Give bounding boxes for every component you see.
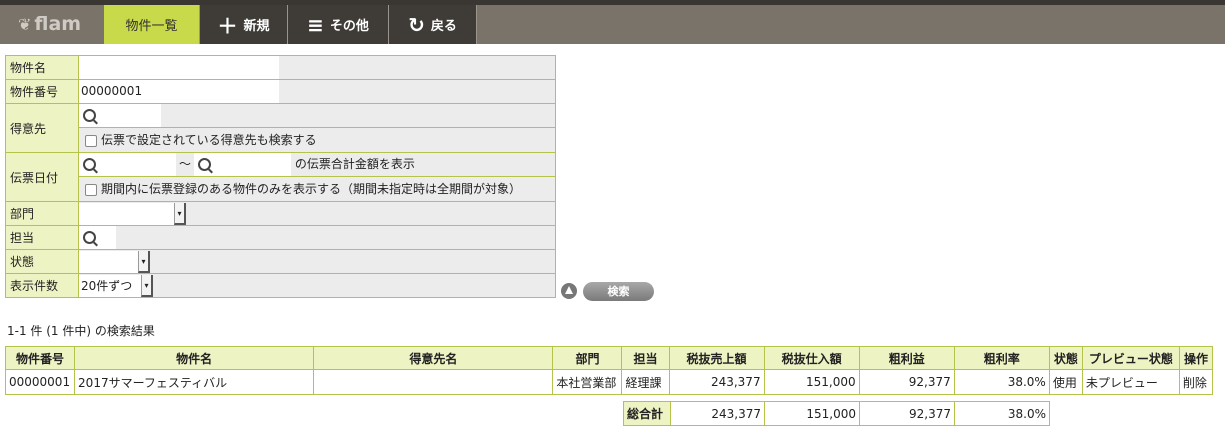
per-page-value: 20件ずつ <box>81 278 133 293</box>
chevron-down-icon: ▾ <box>141 274 153 297</box>
search-form: 物件名 物件番号 00000001 得意先 伝票で設定されている得意先も検索する… <box>5 55 556 298</box>
search-icon[interactable] <box>83 231 96 244</box>
col-purchase[interactable]: 税抜仕入額 <box>763 346 860 370</box>
col-preview[interactable]: プレビュー状態 <box>1081 346 1180 370</box>
chevron-down-icon: ▾ <box>174 202 186 225</box>
menu-icon: ≡ <box>307 12 324 37</box>
per-page-select[interactable]: 20件ずつ ▾ <box>79 274 153 297</box>
search-icon[interactable] <box>198 158 211 171</box>
total-margin: 38.0% <box>954 401 1050 426</box>
col-dept[interactable]: 部門 <box>552 346 623 370</box>
property-number-input[interactable]: 00000001 <box>79 80 279 103</box>
person-input[interactable] <box>79 226 116 249</box>
nav-other-button[interactable]: ≡ その他 <box>288 5 389 44</box>
top-bar: ❦ flam 物件一覧 ＋ 新規 ≡ その他 ↻ 戻る <box>0 0 1225 44</box>
nav-property-list[interactable]: 物件一覧 <box>104 5 200 44</box>
label-customer: 得意先 <box>5 103 79 153</box>
search-icon[interactable] <box>83 158 96 171</box>
label-status: 状態 <box>5 249 79 274</box>
col-action: 操作 <box>1178 346 1214 370</box>
cell-gross-profit: 92,377 <box>858 369 955 395</box>
date-checkbox[interactable] <box>85 183 97 196</box>
col-sales[interactable]: 税抜売上額 <box>668 346 765 370</box>
col-margin[interactable]: 粗利率 <box>953 346 1050 370</box>
cell-name[interactable]: 2017サマーフェスティバル <box>74 369 315 395</box>
property-name-input[interactable] <box>79 56 279 79</box>
label-dept: 部門 <box>5 201 79 226</box>
delete-link[interactable]: 削除 <box>1178 369 1214 395</box>
cell-preview: 未プレビュー <box>1081 369 1180 395</box>
col-person[interactable]: 担当 <box>621 346 670 370</box>
cell-dept: 本社営業部 <box>552 369 623 395</box>
nav-label: 物件一覧 <box>125 19 178 34</box>
refresh-icon: ↻ <box>408 12 425 37</box>
cell-customer <box>313 369 554 395</box>
date-range-separator: ～ <box>178 157 191 171</box>
col-customer[interactable]: 得意先名 <box>313 346 554 370</box>
cell-margin: 38.0% <box>953 369 1050 395</box>
app-logo[interactable]: ❦ flam <box>18 13 81 35</box>
total-sales: 243,377 <box>670 401 765 426</box>
logo-text: flam <box>34 13 82 35</box>
label-date: 伝票日付 <box>5 152 79 202</box>
cell-purchase: 151,000 <box>763 369 860 395</box>
nav-label: その他 <box>329 19 369 34</box>
dept-select[interactable]: ▾ <box>79 202 186 225</box>
date-from-input[interactable] <box>79 153 176 176</box>
col-gross-profit[interactable]: 粗利益 <box>858 346 955 370</box>
col-name[interactable]: 物件名 <box>74 346 315 370</box>
date-to-input[interactable] <box>194 153 291 176</box>
date-suffix: の伝票合計金額を表示 <box>294 157 415 171</box>
cell-number: 00000001 <box>4 369 76 395</box>
customer-check-label: 伝票で設定されている得意先も検索する <box>101 133 317 147</box>
table-row: 00000001 2017サマーフェスティバル 本社営業部 経理課 243,37… <box>4 369 1214 395</box>
totals-label: 総合計 <box>623 401 671 426</box>
main-nav: 物件一覧 ＋ 新規 ≡ その他 ↻ 戻る <box>104 5 477 44</box>
col-status[interactable]: 状態 <box>1048 346 1083 370</box>
label-number: 物件番号 <box>5 79 79 104</box>
search-button[interactable]: 検索 <box>583 282 654 301</box>
plus-icon: ＋ <box>217 14 238 38</box>
total-purchase: 151,000 <box>764 401 860 426</box>
status-select[interactable]: ▾ <box>79 250 150 273</box>
nav-new-button[interactable]: ＋ 新規 <box>200 5 288 44</box>
results-table: 物件番号 物件名 得意先名 部門 担当 税抜売上額 税抜仕入額 粗利益 粗利率 … <box>4 346 1214 395</box>
customer-checkbox[interactable] <box>85 134 97 147</box>
col-number[interactable]: 物件番号 <box>4 346 76 370</box>
totals-row: 総合計 243,377 151,000 92,377 38.0% <box>623 401 1050 426</box>
nav-back-button[interactable]: ↻ 戻る <box>389 5 477 44</box>
table-header-row: 物件番号 物件名 得意先名 部門 担当 税抜売上額 税抜仕入額 粗利益 粗利率 … <box>4 346 1214 370</box>
date-check-label: 期間内に伝票登録のある物件のみを表示する（期間未指定時は全期間が対象） <box>101 182 522 196</box>
nav-label: 新規 <box>243 19 270 34</box>
chevron-down-icon: ▾ <box>138 250 150 273</box>
label-person: 担当 <box>5 225 79 250</box>
total-gross-profit: 92,377 <box>859 401 955 426</box>
label-per-page: 表示件数 <box>5 273 79 298</box>
totals-table: 総合計 243,377 151,000 92,377 38.0% <box>623 401 1050 426</box>
leaf-icon: ❦ <box>18 15 32 34</box>
cell-sales: 243,377 <box>668 369 765 395</box>
cell-person: 経理課 <box>621 369 670 395</box>
customer-input[interactable] <box>79 104 161 127</box>
search-icon[interactable] <box>83 109 96 122</box>
result-count: 1-1 件 (1 件中) の検索結果 <box>7 324 155 338</box>
label-name: 物件名 <box>5 55 79 80</box>
cell-status: 使用 <box>1048 369 1083 395</box>
nav-label: 戻る <box>430 19 457 34</box>
collapse-toggle-icon[interactable] <box>561 283 577 299</box>
